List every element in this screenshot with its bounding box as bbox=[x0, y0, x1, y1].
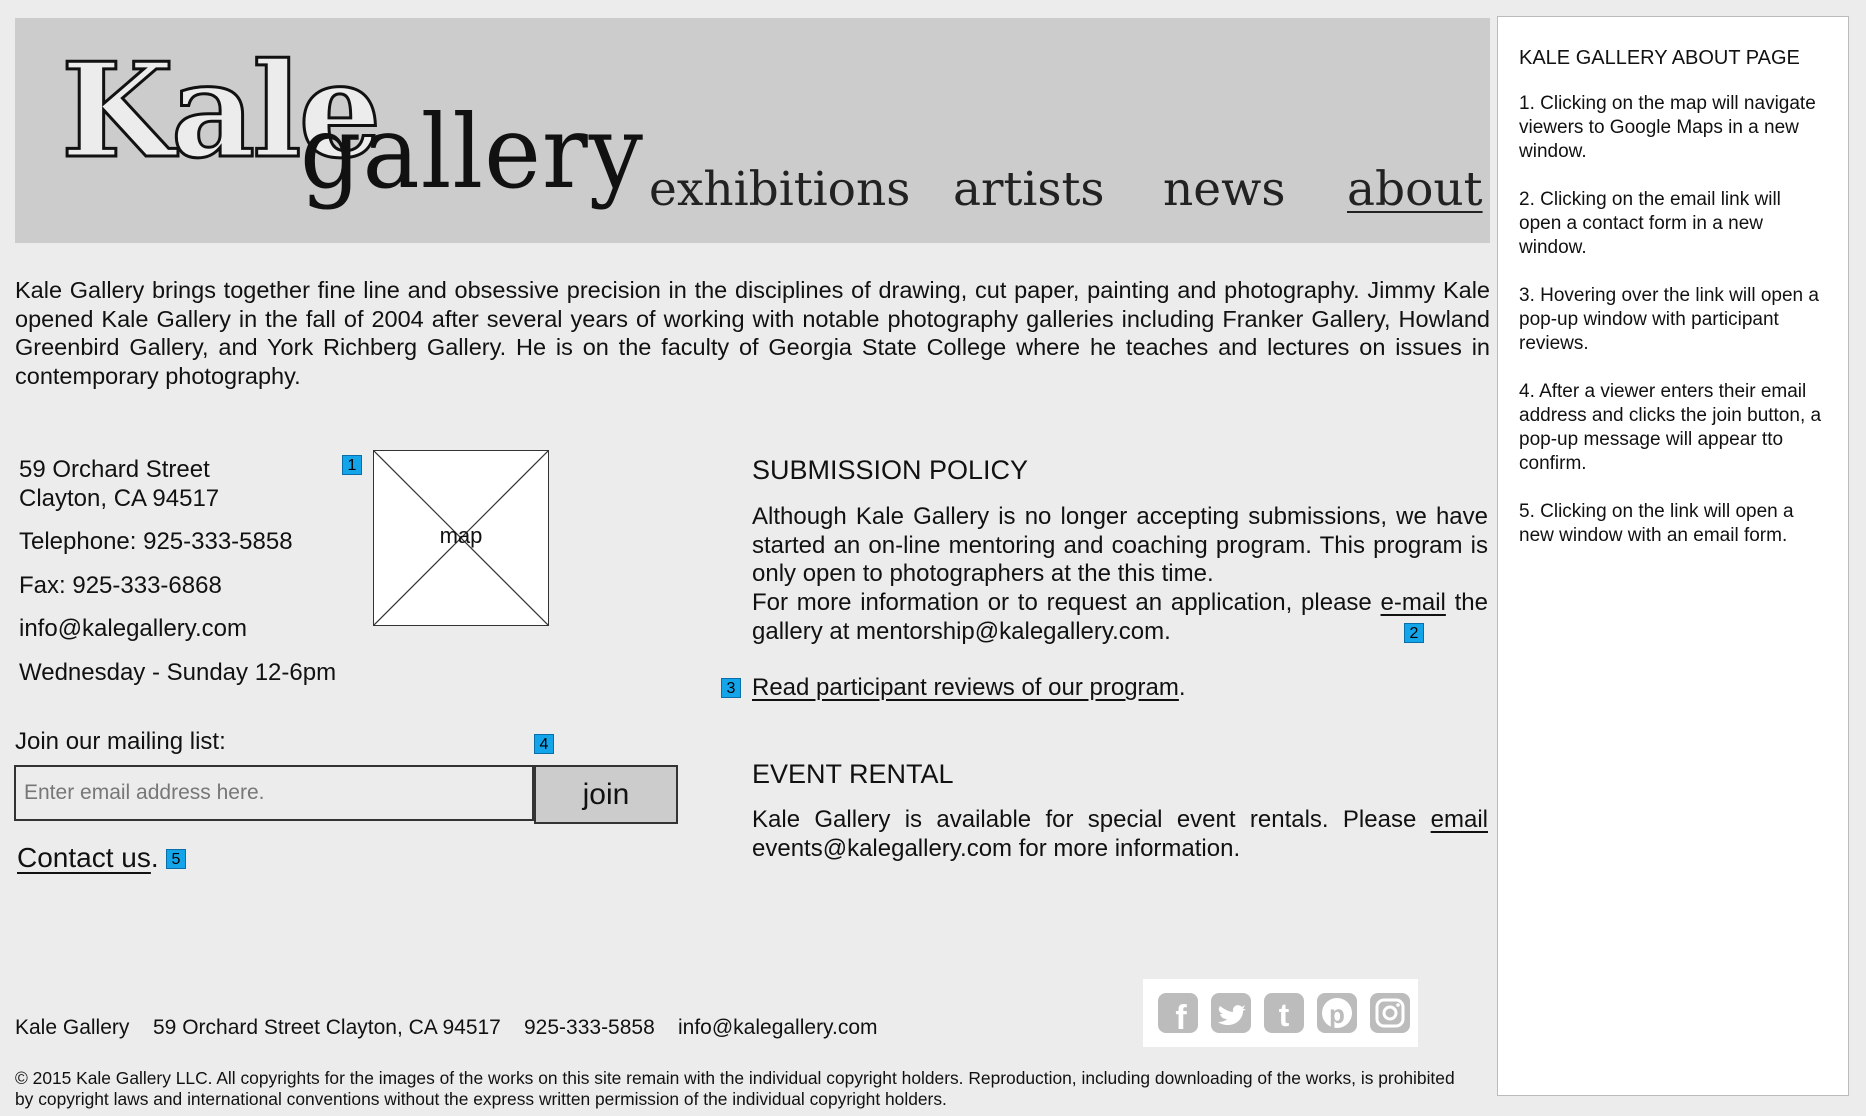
twitter-icon[interactable] bbox=[1211, 993, 1251, 1033]
submission-paragraph: Although Kale Gallery is no longer accep… bbox=[752, 503, 1488, 647]
participant-reviews-link[interactable]: Read participant reviews of our program bbox=[752, 674, 1179, 701]
nav-artists[interactable]: artists bbox=[953, 166, 1105, 213]
contact-us: Contact us. bbox=[17, 842, 159, 874]
contact-us-period: . bbox=[150, 842, 159, 873]
submission-policy-title: SUBMISSION POLICY bbox=[752, 455, 1029, 485]
submission-text: Although Kale Gallery is no longer accep… bbox=[752, 503, 1488, 588]
event-rental-paragraph: Kale Gallery is available for special ev… bbox=[752, 806, 1488, 863]
copyright-notice: © 2015 Kale Gallery LLC. All copyrights … bbox=[15, 1068, 1455, 1109]
social-icons-bar: f t p bbox=[1143, 979, 1418, 1047]
annotation-notes-panel: KALE GALLERY ABOUT PAGE 1. Clicking on t… bbox=[1497, 16, 1849, 1096]
map-placeholder[interactable]: map bbox=[373, 450, 549, 626]
instagram-icon[interactable] bbox=[1370, 993, 1410, 1033]
note-2: 2. Clicking on the email link will open … bbox=[1519, 189, 1781, 258]
footer-phone: 925-333-5858 bbox=[524, 1016, 655, 1039]
map-label: map bbox=[439, 523, 483, 548]
reviews-period: . bbox=[1178, 674, 1186, 701]
facebook-icon[interactable]: f bbox=[1158, 993, 1198, 1033]
note-1: 1. Clicking on the map will navigate vie… bbox=[1519, 93, 1816, 162]
tumblr-icon[interactable]: t bbox=[1264, 993, 1304, 1033]
address-line-2: Clayton, CA 94517 bbox=[19, 485, 220, 512]
footer-address: 59 Orchard Street Clayton, CA 94517 bbox=[153, 1016, 501, 1039]
nav-about[interactable]: about bbox=[1347, 166, 1483, 213]
opening-hours: Wednesday - Sunday 12-6pm bbox=[19, 659, 337, 686]
join-button[interactable]: join bbox=[534, 765, 678, 824]
submission-info-before: For more information or to request an ap… bbox=[752, 589, 1381, 617]
annotation-badge-1: 1 bbox=[342, 455, 362, 475]
rental-text-before: Kale Gallery is available for special ev… bbox=[752, 806, 1431, 833]
site-header: Kale gallery exhibitions artists news ab… bbox=[15, 18, 1490, 243]
rental-text-after: events@kalegallery.com for more informat… bbox=[752, 834, 1241, 862]
annotation-badge-5: 5 bbox=[166, 849, 186, 869]
nav-news[interactable]: news bbox=[1163, 166, 1285, 213]
mailing-list-label: Join our mailing list: bbox=[15, 728, 226, 755]
contact-us-link[interactable]: Contact us bbox=[17, 842, 151, 873]
note-3: 3. Hovering over the link will open a po… bbox=[1519, 285, 1819, 354]
event-rental-title: EVENT RENTAL bbox=[752, 759, 954, 789]
mailing-email-input[interactable] bbox=[14, 765, 534, 821]
note-5: 5. Clicking on the link will open a new … bbox=[1519, 501, 1794, 546]
svg-text:f: f bbox=[1175, 999, 1187, 1033]
telephone: Telephone: 925-333-5858 bbox=[19, 528, 293, 555]
annotation-badge-3: 3 bbox=[721, 678, 741, 698]
note-4: 4. After a viewer enters their email add… bbox=[1519, 381, 1822, 474]
annotation-badge-4: 4 bbox=[534, 734, 554, 754]
notes-title: KALE GALLERY ABOUT PAGE bbox=[1519, 47, 1800, 69]
reviews: Read participant reviews of our program. bbox=[752, 674, 1186, 702]
rental-email-link[interactable]: email bbox=[1431, 806, 1488, 833]
svg-text:p: p bbox=[1329, 999, 1345, 1029]
fax: Fax: 925-333-6868 bbox=[19, 572, 222, 599]
address-line-1: 59 Orchard Street bbox=[19, 456, 210, 483]
svg-text:t: t bbox=[1279, 997, 1290, 1033]
footer-email: info@kalegallery.com bbox=[678, 1016, 878, 1039]
contact-email: info@kalegallery.com bbox=[19, 615, 248, 642]
logo-gallery[interactable]: gallery bbox=[300, 102, 644, 203]
footer-name: Kale Gallery bbox=[15, 1016, 130, 1039]
annotation-badge-2: 2 bbox=[1404, 623, 1424, 643]
pinterest-icon[interactable]: p bbox=[1317, 993, 1357, 1033]
nav-exhibitions[interactable]: exhibitions bbox=[649, 166, 910, 213]
email-link[interactable]: e-mail bbox=[1381, 589, 1446, 616]
intro-paragraph: Kale Gallery brings together fine line a… bbox=[15, 277, 1490, 390]
